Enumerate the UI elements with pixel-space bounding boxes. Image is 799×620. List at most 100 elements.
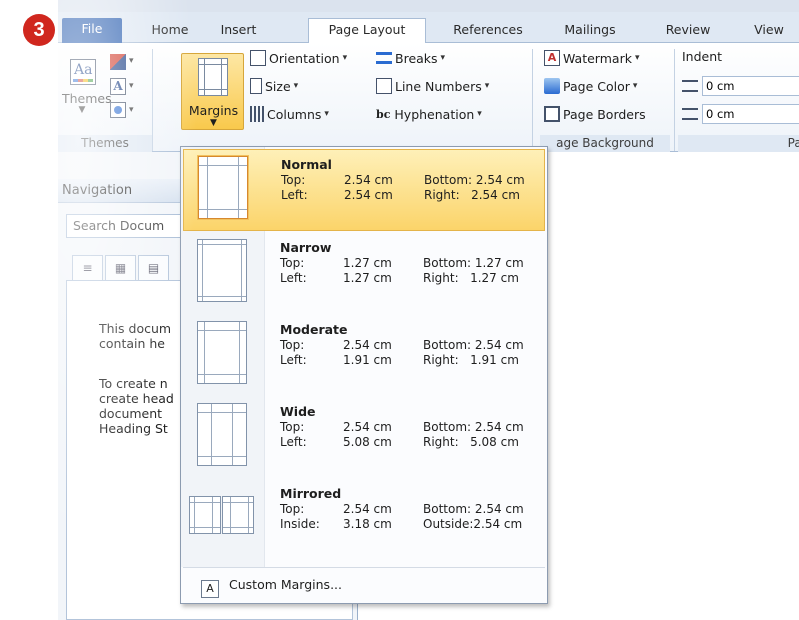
themes-button[interactable]: Aa Themes ▼ — [62, 53, 112, 123]
tab-home[interactable]: Home — [140, 19, 200, 43]
option-value: 2.54 cm — [344, 173, 393, 187]
option-name: Mirrored — [280, 486, 342, 501]
tab-insert[interactable]: Insert — [206, 19, 271, 43]
orientation-icon — [250, 50, 266, 66]
chevron-down-icon: ▼ — [78, 105, 86, 115]
group-divider — [152, 49, 153, 151]
breaks-label: Breaks — [395, 50, 438, 66]
line-numbers-button[interactable]: Line Numbers ▾ — [376, 75, 489, 97]
page-borders-icon — [544, 106, 560, 122]
option-value: 1.27 cm — [343, 271, 392, 285]
themes-group-label: Themes — [58, 135, 152, 152]
option-value: Right: 5.08 cm — [423, 435, 519, 449]
mirrored-margins-icon — [189, 496, 255, 534]
indent-label: Indent — [682, 49, 723, 64]
chevron-down-icon: ▼ — [210, 118, 217, 128]
breaks-button[interactable]: Breaks ▾ — [376, 47, 445, 69]
margins-button[interactable]: Margins ▼ — [181, 53, 244, 130]
option-name: Narrow — [280, 240, 332, 255]
option-value: 2.54 cm — [343, 502, 392, 516]
margin-option-mirrored[interactable]: Mirrored Top: 2.54 cm Bottom: 2.54 cm In… — [183, 479, 545, 561]
tab-file[interactable]: File — [62, 18, 122, 43]
orientation-button[interactable]: Orientation ▾ — [250, 47, 347, 69]
theme-effects-button[interactable]: ▾ — [108, 101, 138, 121]
tab-view[interactable]: View — [744, 19, 794, 43]
size-label: Size — [265, 78, 291, 94]
tab-mailings[interactable]: Mailings — [550, 19, 630, 43]
results-view-icon[interactable]: ▤ — [138, 255, 169, 281]
option-label: Left: — [280, 435, 307, 449]
group-divider — [532, 49, 533, 151]
option-value: Bottom: 1.27 cm — [423, 256, 524, 270]
columns-icon — [250, 106, 264, 122]
option-value: Bottom: 2.54 cm — [423, 338, 524, 352]
option-value: Bottom: 2.54 cm — [423, 420, 524, 434]
group-divider — [674, 49, 675, 151]
indent-right-row — [682, 103, 799, 125]
step-number-badge: 3 — [23, 14, 55, 46]
custom-margins-label: Custom Margins... — [229, 577, 342, 592]
page-color-button[interactable]: Page Color ▾ — [544, 75, 637, 97]
option-name: Normal — [281, 157, 332, 172]
hyphenation-button[interactable]: bc Hyphenation ▾ — [376, 103, 482, 125]
page-borders-button[interactable]: Page Borders — [544, 103, 646, 125]
margins-label: Margins — [188, 103, 239, 118]
indent-left-icon — [682, 80, 698, 92]
margin-option-moderate[interactable]: Moderate Top: 2.54 cm Bottom: 2.54 cm Le… — [183, 315, 545, 397]
size-button[interactable]: Size ▾ — [250, 75, 298, 97]
option-value: 1.91 cm — [343, 353, 392, 367]
navigation-view-tabs: ≡ ▦ ▤ — [72, 255, 171, 281]
line-numbers-label: Line Numbers — [395, 78, 482, 94]
themes-label: Themes — [62, 91, 112, 106]
page-color-label: Page Color — [563, 78, 630, 94]
paragraph-group-label: Para — [678, 135, 799, 152]
indent-left-input[interactable] — [702, 76, 799, 96]
wide-margins-icon — [197, 403, 247, 466]
theme-effects-icon — [110, 102, 126, 118]
title-strip — [58, 0, 799, 12]
size-icon — [250, 78, 262, 94]
margin-option-normal[interactable]: Normal Top: 2.54 cm Bottom: 2.54 cm Left… — [183, 149, 545, 231]
watermark-label: Watermark — [563, 50, 632, 66]
margin-option-wide[interactable]: Wide Top: 2.54 cm Bottom: 2.54 cm Left: … — [183, 397, 545, 479]
margin-option-narrow[interactable]: Narrow Top: 1.27 cm Bottom: 1.27 cm Left… — [183, 233, 545, 315]
columns-button[interactable]: Columns ▾ — [250, 103, 329, 125]
custom-margins-item[interactable]: A Custom Margins... — [183, 570, 545, 600]
tab-review[interactable]: Review — [658, 19, 718, 43]
option-value: Bottom: 2.54 cm — [423, 502, 524, 516]
moderate-margins-icon — [197, 321, 247, 384]
indent-right-input[interactable] — [702, 104, 799, 124]
option-value: Right: 1.91 cm — [423, 353, 519, 367]
theme-fonts-icon: A — [110, 78, 126, 95]
headings-view-icon[interactable]: ≡ — [72, 255, 103, 281]
menu-separator — [183, 567, 545, 568]
option-label: Left: — [281, 188, 308, 202]
theme-fonts-button[interactable]: A ▾ — [108, 77, 138, 97]
ribbon-tabbar: File Home Insert Page Layout References … — [58, 12, 799, 43]
option-label: Inside: — [280, 517, 320, 531]
option-value: 2.54 cm — [343, 338, 392, 352]
option-label: Top: — [280, 502, 305, 516]
columns-label: Columns — [267, 106, 322, 122]
pages-view-icon[interactable]: ▦ — [105, 255, 136, 281]
line-numbers-icon — [376, 78, 392, 94]
option-value: Right: 2.54 cm — [424, 188, 520, 202]
tab-page-layout[interactable]: Page Layout — [308, 18, 426, 43]
margins-dropdown-menu: Normal Top: 2.54 cm Bottom: 2.54 cm Left… — [180, 146, 548, 604]
option-name: Wide — [280, 404, 316, 419]
option-value: 2.54 cm — [344, 188, 393, 202]
option-value: 2.54 cm — [343, 420, 392, 434]
tab-references[interactable]: References — [438, 19, 538, 43]
theme-colors-button[interactable]: ▾ — [108, 52, 138, 72]
option-value: 5.08 cm — [343, 435, 392, 449]
custom-margins-icon: A — [201, 580, 219, 598]
navigation-message-2: To create n create head document Heading… — [99, 376, 174, 436]
option-label: Top: — [281, 173, 306, 187]
option-value: Right: 1.27 cm — [423, 271, 519, 285]
watermark-button[interactable]: A Watermark ▾ — [544, 47, 639, 69]
paint-bucket-icon — [544, 78, 560, 94]
navigation-message-1: This docum contain he — [99, 321, 172, 351]
option-value: Outside:2.54 cm — [423, 517, 523, 531]
normal-margins-icon — [198, 156, 248, 219]
indent-right-icon — [682, 108, 698, 120]
